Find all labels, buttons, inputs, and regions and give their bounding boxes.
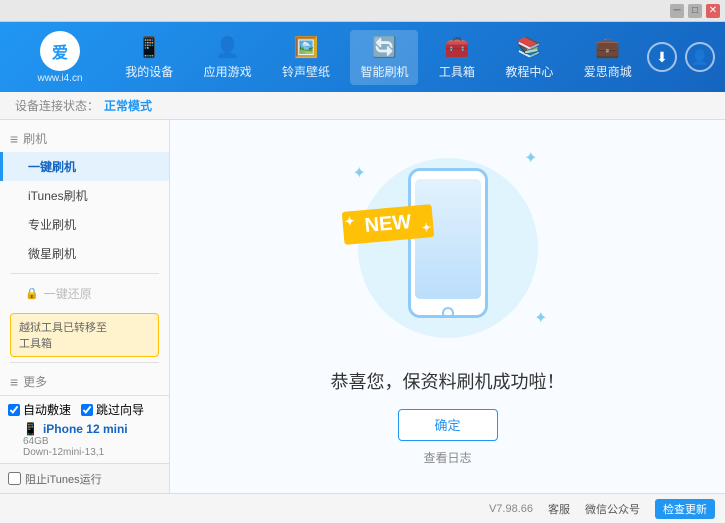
sparkle-icon-2: ✦: [524, 148, 537, 168]
auto-flash-checkbox[interactable]: 自动敷速: [8, 401, 71, 418]
sidebar-item-one-click-restore: 🔒 一键还原: [0, 279, 169, 308]
maximize-button[interactable]: □: [688, 4, 702, 18]
content-area: ✦ ✦ ✦ NEW 恭喜您，保资料刷机成功啦！ 确定 查看日志: [170, 120, 725, 493]
sparkle-icon-1: ✦: [353, 163, 366, 183]
nav-toolbox[interactable]: 🧰 工具箱: [429, 30, 485, 85]
my-device-icon: 📱: [137, 35, 162, 60]
toolbox-icon: 🧰: [444, 35, 469, 60]
nav-think-city[interactable]: 💼 爱思商城: [574, 30, 642, 85]
itunes-flash-label: iTunes刷机: [28, 189, 88, 203]
sidebar-more-section: ≡ 更多: [0, 368, 169, 395]
nav-my-device-label: 我的设备: [125, 63, 173, 80]
phone-home-button: [442, 307, 454, 318]
nav-toolbox-label: 工具箱: [439, 63, 475, 80]
secondary-link[interactable]: 查看日志: [423, 449, 471, 466]
close-button[interactable]: ✕: [706, 4, 720, 18]
title-bar: ─ □ ✕: [0, 0, 725, 22]
nav-my-device[interactable]: 📱 我的设备: [115, 30, 183, 85]
bottom-status-bar: V7.98.66 客服 微信公众号 检查更新: [0, 493, 725, 523]
nav-think-city-label: 爱思商城: [584, 63, 632, 80]
checkbox-area: 自动敷速 跳过向导: [8, 401, 161, 418]
apps-games-icon: 👤: [215, 35, 240, 60]
device-storage: 64GB: [23, 436, 161, 447]
sparkle-icon-3: ✦: [534, 308, 547, 328]
device-phone-icon: 📱: [23, 422, 38, 436]
wipe-flash-label: 微星刷机: [28, 247, 76, 261]
new-banner-text: NEW: [341, 204, 434, 245]
nav-apps-games[interactable]: 👤 应用游戏: [194, 30, 262, 85]
sidebar-item-wipe-flash[interactable]: 微星刷机: [0, 239, 169, 268]
version-text: V7.98.66: [489, 503, 533, 515]
header: 爱 www.i4.cn 📱 我的设备 👤 应用游戏 🖼️ 铃声壁纸 🔄 智能刷机…: [0, 22, 725, 92]
itunes-label[interactable]: 阻止iTunes运行: [8, 471, 102, 487]
phone-illustration: ✦ ✦ ✦ NEW: [338, 148, 558, 348]
sidebar-item-itunes-flash[interactable]: iTunes刷机: [0, 181, 169, 210]
update-button[interactable]: 检查更新: [655, 499, 715, 519]
auto-flash-label: 自动敷速: [23, 401, 71, 418]
pro-flash-label: 专业刷机: [28, 218, 76, 232]
sidebar-item-pro-flash[interactable]: 专业刷机: [0, 210, 169, 239]
more-section-title: 更多: [23, 373, 47, 390]
user-button[interactable]: 👤: [685, 42, 715, 72]
more-section-icon: ≡: [10, 374, 18, 390]
sidebar-wrapper: ≡ 刷机 一键刷机 iTunes刷机 专业刷机 微星刷机 🔒 一键还原: [0, 120, 170, 493]
auto-flash-input[interactable]: [8, 404, 20, 416]
think-city-icon: 💼: [595, 35, 620, 60]
wechat-link[interactable]: 微信公众号: [585, 501, 640, 517]
phone-device: [408, 168, 488, 318]
one-click-flash-label: 一键刷机: [28, 160, 76, 174]
nav-apps-games-label: 应用游戏: [204, 63, 252, 80]
device-checkbox-section: 自动敷速 跳过向导 📱 iPhone 12 mini 64GB Down-12m…: [0, 395, 170, 463]
status-value: 正常模式: [104, 97, 152, 114]
skip-wizard-checkbox[interactable]: 跳过向导: [81, 401, 144, 418]
nav-smart-flash-label: 智能刷机: [360, 63, 408, 80]
logo-area: 爱 www.i4.cn: [10, 31, 110, 84]
device-name: iPhone 12 mini: [43, 422, 128, 436]
lock-icon: 🔒: [25, 287, 39, 300]
phone-frame: [408, 168, 488, 318]
skip-wizard-label: 跳过向导: [96, 401, 144, 418]
ringtones-icon: 🖼️: [294, 35, 319, 60]
itunes-checkbox[interactable]: [8, 472, 21, 485]
download-button[interactable]: ⬇: [647, 42, 677, 72]
nav-ringtones[interactable]: 🖼️ 铃声壁纸: [272, 30, 340, 85]
skip-wizard-input[interactable]: [81, 404, 93, 416]
header-right-controls: ⬇ 👤: [647, 42, 715, 72]
nav-tutorial-label: 教程中心: [505, 63, 553, 80]
sidebar-divider-1: [10, 273, 159, 274]
success-message: 恭喜您，保资料刷机成功啦！: [331, 368, 565, 394]
logo-url: www.i4.cn: [37, 73, 82, 84]
new-badge: NEW: [343, 208, 433, 241]
sidebar-flash-section: ≡ 刷机: [0, 125, 169, 152]
sidebar-info-box: 越狱工具已转移至工具箱: [10, 313, 159, 357]
confirm-button[interactable]: 确定: [398, 409, 498, 441]
window-controls: ─ □ ✕: [670, 4, 720, 18]
flash-section-icon: ≡: [10, 131, 18, 147]
device-info: 📱 iPhone 12 mini 64GB Down-12mini-13,1: [23, 422, 161, 458]
service-link[interactable]: 客服: [548, 501, 570, 517]
sidebar-divider-2: [10, 362, 159, 363]
flash-section-title: 刷机: [23, 130, 47, 147]
nav-tutorial[interactable]: 📚 教程中心: [495, 30, 563, 85]
main-layout: ≡ 刷机 一键刷机 iTunes刷机 专业刷机 微星刷机 🔒 一键还原: [0, 120, 725, 493]
info-box-text: 越狱工具已转移至工具箱: [19, 322, 107, 350]
logo-icon: 爱: [40, 31, 80, 71]
minimize-button[interactable]: ─: [670, 4, 684, 18]
one-click-restore-label: 一键还原: [44, 285, 92, 302]
nav-smart-flash[interactable]: 🔄 智能刷机: [350, 30, 418, 85]
status-label: 设备连接状态：: [15, 97, 99, 114]
device-model: Down-12mini-13,1: [23, 447, 161, 458]
smart-flash-icon: 🔄: [372, 35, 397, 60]
itunes-text: 阻止iTunes运行: [25, 471, 102, 487]
nav-ringtones-label: 铃声壁纸: [282, 63, 330, 80]
status-bar: 设备连接状态： 正常模式: [0, 92, 725, 120]
itunes-bar: 阻止iTunes运行: [0, 463, 170, 493]
nav-bar: 📱 我的设备 👤 应用游戏 🖼️ 铃声壁纸 🔄 智能刷机 🧰 工具箱 📚 教程中…: [110, 30, 647, 85]
bottom-right: V7.98.66 客服 微信公众号 检查更新: [489, 499, 715, 519]
tutorial-icon: 📚: [517, 35, 542, 60]
logo-symbol: 爱: [52, 39, 68, 63]
sidebar-item-one-click-flash[interactable]: 一键刷机: [0, 152, 169, 181]
